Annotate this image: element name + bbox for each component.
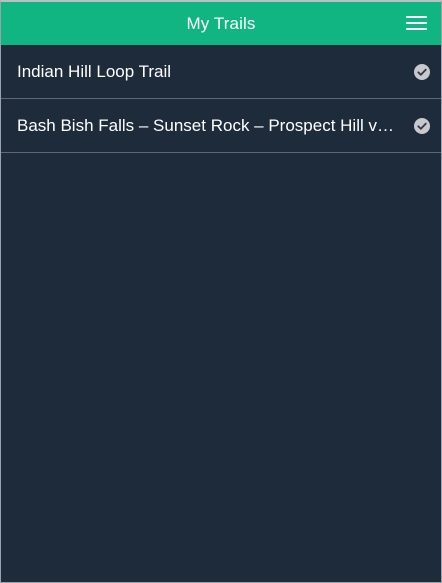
menu-bar — [406, 16, 427, 18]
app-frame: My Trails Indian Hill Loop Trail Bash Bi… — [0, 0, 442, 583]
app-header: My Trails — [1, 2, 441, 45]
trail-list: Indian Hill Loop Trail Bash Bish Falls –… — [1, 45, 441, 153]
trail-name: Indian Hill Loop Trail — [17, 61, 172, 81]
trail-list-item[interactable]: Bash Bish Falls – Sunset Rock – Prospect… — [1, 99, 441, 153]
check-circle-icon — [414, 63, 430, 80]
menu-bar — [406, 22, 427, 24]
hamburger-menu-icon[interactable] — [406, 16, 427, 32]
trail-name: Bash Bish Falls – Sunset Rock – Prospect… — [17, 115, 397, 135]
check-circle-icon — [414, 117, 430, 134]
menu-bar — [406, 28, 427, 30]
trail-list-item[interactable]: Indian Hill Loop Trail — [1, 45, 441, 99]
page-title: My Trails — [186, 13, 256, 33]
